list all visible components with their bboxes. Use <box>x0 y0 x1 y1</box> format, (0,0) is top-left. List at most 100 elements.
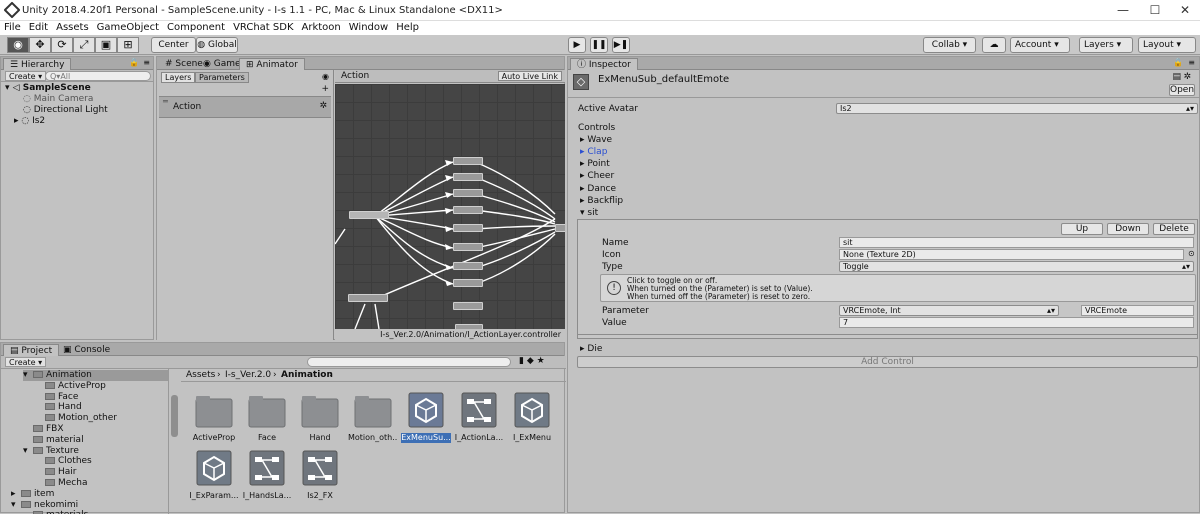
state-node[interactable] <box>453 302 483 310</box>
menu-window[interactable]: Window <box>345 21 392 35</box>
asset-item[interactable]: I_HandsLa... <box>242 449 292 501</box>
up-button[interactable]: Up <box>1061 223 1103 235</box>
project-tree-item[interactable]: ▾ Animation <box>23 370 168 381</box>
control-clap[interactable]: ▸ Clap <box>580 146 607 158</box>
add-layer-icon[interactable]: + <box>321 84 329 94</box>
view-tool-icon[interactable]: ◉ <box>7 37 29 53</box>
state-node[interactable] <box>453 157 483 165</box>
transform-tool-icon[interactable]: ⊞ <box>117 37 139 53</box>
state-node[interactable] <box>453 279 483 287</box>
step-button[interactable]: ▶❚ <box>612 37 630 53</box>
state-node[interactable] <box>453 173 483 181</box>
asset-item[interactable]: I_ExParam... <box>189 449 239 501</box>
project-tree-item[interactable]: Mecha <box>35 478 168 489</box>
layer-item-action[interactable]: ═ Action ✲ <box>159 96 331 118</box>
scale-tool-icon[interactable]: ⤢ <box>73 37 95 53</box>
tab-project[interactable]: ▤ Project <box>3 344 60 356</box>
value-input[interactable]: 7 <box>839 317 1194 328</box>
menu-file[interactable]: File <box>0 21 25 35</box>
lock-icon[interactable]: 🔒 <box>1173 58 1183 67</box>
project-tree-item[interactable]: Motion_other <box>35 413 168 424</box>
breadcrumb-folder[interactable]: I-s_Ver.2.0 <box>225 370 271 380</box>
panel-menu-icon[interactable]: ≡ <box>1188 58 1195 67</box>
state-node[interactable] <box>555 224 565 232</box>
control-cheer[interactable]: ▸ Cheer <box>580 170 614 182</box>
hierarchy-item-directional-light[interactable]: ◌ Directional Light <box>23 105 108 116</box>
breadcrumb-current[interactable]: Animation <box>281 370 333 380</box>
project-tree-item[interactable]: FBX <box>23 424 168 435</box>
asset-item[interactable]: Is2_FX <box>295 449 345 501</box>
control-dance[interactable]: ▸ Dance <box>580 183 616 195</box>
project-tree-item[interactable]: Clothes <box>35 456 168 467</box>
state-node[interactable] <box>349 211 389 219</box>
asset-item[interactable]: Hand <box>295 391 345 443</box>
asset-item[interactable]: Motion_oth... <box>348 391 398 443</box>
state-node[interactable] <box>348 294 388 302</box>
pivot-global-button[interactable]: ◍ Global <box>196 37 238 53</box>
cloud-icon[interactable]: ☁ <box>982 37 1006 53</box>
filter-icons[interactable]: ▮ ◆ ★ <box>519 356 545 366</box>
layers-tab[interactable]: Layers <box>161 72 196 83</box>
scene-root[interactable]: ▾ ◁ SampleScene <box>5 83 91 94</box>
layers-dropdown[interactable]: Layers ▾ <box>1079 37 1133 53</box>
control-sit[interactable]: ▾ sit <box>580 207 598 219</box>
project-search-input[interactable] <box>307 357 511 367</box>
control-point[interactable]: ▸ Point <box>580 158 610 170</box>
open-button[interactable]: Open <box>1169 84 1195 96</box>
active-avatar-dropdown[interactable]: Is2 ▴▾ <box>836 103 1198 114</box>
project-create-button[interactable]: Create ▾ <box>5 357 47 367</box>
tree-scrollbar[interactable] <box>171 395 178 437</box>
asset-item[interactable]: I_ExMenu <box>507 391 557 443</box>
parameter-name-field[interactable]: VRCEmote <box>1081 305 1194 316</box>
project-tree-item[interactable]: Hair <box>35 467 168 478</box>
tab-animator[interactable]: ⊞ Animator <box>239 58 305 70</box>
asset-item[interactable]: Face <box>242 391 292 443</box>
parameters-tab[interactable]: Parameters <box>195 72 249 83</box>
asset-item[interactable]: I_ActionLa... <box>454 391 504 443</box>
add-control-button[interactable]: Add Control <box>577 356 1198 368</box>
down-button[interactable]: Down <box>1107 223 1149 235</box>
delete-button[interactable]: Delete <box>1153 223 1195 235</box>
menu-help[interactable]: Help <box>392 21 423 35</box>
type-dropdown[interactable]: Toggle ▴▾ <box>839 261 1194 272</box>
play-button[interactable]: ▶ <box>568 37 586 53</box>
tab-console[interactable]: ▣ Console <box>57 344 116 356</box>
collab-button[interactable]: Collab ▾ <box>923 37 976 53</box>
expanded-arrow-icon[interactable]: ▾ <box>11 500 21 511</box>
menu-vrchat-sdk[interactable]: VRChat SDK <box>229 21 297 35</box>
rotate-tool-icon[interactable]: ⟳ <box>51 37 73 53</box>
project-tree-item[interactable]: materials <box>23 510 168 514</box>
project-tree-item[interactable]: Face <box>35 392 168 403</box>
hierarchy-item-main-camera[interactable]: ◌ Main Camera <box>23 94 93 105</box>
control-backflip[interactable]: ▸ Backflip <box>580 195 623 207</box>
hierarchy-item-is2[interactable]: ▸ ◌ Is2 <box>14 116 45 127</box>
pivot-center-button[interactable]: Center <box>151 37 196 53</box>
panel-menu-icon[interactable]: ≡ <box>143 58 150 67</box>
object-picker-icon[interactable]: ⊙ <box>1188 249 1195 258</box>
expanded-arrow-icon[interactable]: ▾ <box>23 370 33 381</box>
minimize-button[interactable]: — <box>1108 2 1138 18</box>
pause-button[interactable]: ❚❚ <box>590 37 608 53</box>
name-input[interactable]: sit <box>839 237 1194 248</box>
project-tree-item[interactable]: ActiveProp <box>35 381 168 392</box>
menu-component[interactable]: Component <box>163 21 229 35</box>
state-node[interactable] <box>453 189 483 197</box>
maximize-button[interactable]: ☐ <box>1140 2 1170 18</box>
state-node[interactable] <box>453 262 483 270</box>
menu-edit[interactable]: Edit <box>25 21 52 35</box>
close-button[interactable]: ✕ <box>1170 2 1200 18</box>
lock-icon[interactable]: 🔒 <box>129 58 139 67</box>
settings-icon[interactable]: ✲ <box>1183 72 1191 82</box>
eye-icon[interactable]: ◉ <box>322 72 329 81</box>
icon-object-field[interactable]: None (Texture 2D) <box>839 249 1184 260</box>
asset-item[interactable]: ActiveProp <box>189 391 239 443</box>
animator-graph[interactable] <box>335 84 565 329</box>
tab-hierarchy[interactable]: ☰ Hierarchy <box>3 58 72 70</box>
menu-assets[interactable]: Assets <box>52 21 93 35</box>
project-tree-item[interactable]: ▸ item <box>11 489 168 500</box>
hierarchy-create-button[interactable]: Create ▾ <box>5 71 47 81</box>
layer-settings-icon[interactable]: ✲ <box>319 101 327 111</box>
asset-item[interactable]: ExMenuSu... <box>401 391 451 443</box>
state-node[interactable] <box>453 224 483 232</box>
tab-inspector[interactable]: ⓘ Inspector <box>570 58 638 70</box>
